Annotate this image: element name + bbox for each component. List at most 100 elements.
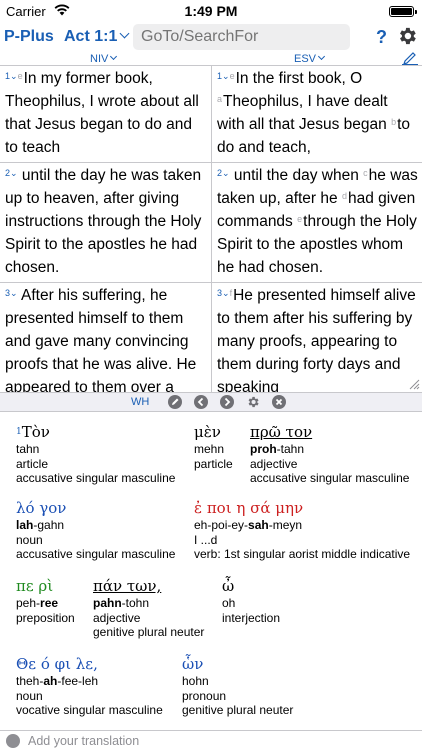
morphology: accusative singular masculine (16, 471, 176, 485)
footnote-marker[interactable]: c (363, 168, 368, 178)
transliteration-syllable: mehn (194, 442, 225, 456)
verse-text: until the day when (233, 167, 364, 184)
chevron-down-icon (317, 52, 326, 61)
part-of-speech: preposition (16, 610, 75, 625)
interlinear-panel: 1Τὸν tahn article accusative singular ma… (0, 412, 422, 730)
part-of-speech: particle (194, 456, 233, 471)
resize-handle-icon[interactable] (408, 378, 420, 390)
transliteration-syllable: peh- (16, 596, 41, 610)
help-button[interactable]: ? (376, 27, 387, 48)
app-title-button[interactable]: P-Plus (4, 28, 54, 46)
interlinear-word[interactable]: λό γον lah-gahn noun accusative singular… (16, 498, 175, 562)
close-icon[interactable] (272, 395, 286, 409)
verse-text: until the day he was taken up to heaven,… (5, 167, 202, 276)
verse-row: 1⌄eIn my former book, Theophilus, I wrot… (0, 66, 422, 163)
verse-number[interactable]: 2⌄ (5, 168, 18, 178)
translation-bar[interactable]: Add your translation (0, 730, 422, 750)
transliteration-syllable: theh- (16, 674, 44, 688)
reference-selector[interactable]: Act 1:1 (64, 28, 130, 46)
right-verse[interactable]: 3⌄fHe presented himself alive to them af… (211, 283, 422, 392)
verse-text: In the first book, O (235, 70, 363, 87)
right-verse[interactable]: 2⌄ until the day when che was taken up, … (211, 163, 422, 282)
transliteration-syllable: ah (43, 674, 58, 688)
verse-text: Theophilus, I have dealt with all that J… (217, 93, 392, 133)
pencil-circle-icon[interactable] (6, 734, 20, 748)
left-verse[interactable]: 3⌄ After his suffering, he presented him… (0, 283, 211, 392)
greek-word: ὧν (182, 655, 204, 673)
footnote-marker[interactable]: a (217, 94, 222, 104)
greek-text-selector[interactable]: WH (131, 396, 149, 408)
right-version-label: ESV (294, 53, 317, 65)
search-input[interactable] (133, 24, 350, 50)
left-version-label: NIV (90, 53, 109, 65)
previous-arrow-icon[interactable] (194, 395, 208, 409)
part-of-speech: adjective (93, 610, 141, 625)
interlinear-word[interactable]: πάν των, pahn-tohn adjective genitive pl… (93, 576, 204, 640)
battery-icon (389, 6, 417, 17)
left-version-selector[interactable]: NIV (90, 52, 118, 65)
transliteration: tahn (16, 442, 175, 457)
left-verse[interactable]: 2⌄ until the day he was taken up to heav… (0, 163, 211, 282)
footnote-marker[interactable]: e (18, 71, 23, 81)
edit-icon[interactable] (168, 395, 182, 409)
gear-icon[interactable] (396, 25, 418, 47)
greek-word: πρῶ τον (250, 423, 313, 441)
transliteration-syllable: -tohn (121, 596, 150, 610)
interlinear-word[interactable]: ὦ oh interjection (222, 576, 280, 625)
transliteration-syllable: -fee-leh (57, 674, 99, 688)
greek-word: ὦ (222, 577, 235, 595)
interlinear-word[interactable]: μὲν mehn particle (194, 422, 233, 471)
chevron-down-icon (119, 28, 130, 39)
morphology: accusative singular masculine (16, 547, 176, 561)
footnote-marker[interactable]: e (297, 214, 302, 224)
settings-gear-icon[interactable] (246, 395, 260, 409)
footnote-marker[interactable]: f (230, 288, 233, 298)
interlinear-word[interactable]: ἐ ποι η σά μην eh-poi-ey-sah-meyn I ...d… (194, 498, 410, 562)
reference-label: Act 1:1 (64, 28, 118, 45)
interlinear-word[interactable]: 1Τὸν tahn article accusative singular ma… (16, 422, 175, 486)
left-verse[interactable]: 1⌄eIn my former book, Theophilus, I wrot… (0, 66, 211, 162)
part-of-speech: noun (16, 532, 43, 547)
footnote-marker[interactable]: b (391, 117, 396, 127)
part-of-speech: interjection (222, 610, 281, 625)
transliteration: pahn-tohn (93, 596, 204, 611)
interlinear-word[interactable]: Θε ό φι λε, theh-ah-fee-leh noun vocativ… (16, 654, 163, 718)
verse-number[interactable]: 1⌄ (5, 71, 18, 81)
transliteration-syllable: tahn (16, 442, 40, 456)
verse-text: He presented himself alive to them after… (217, 287, 416, 392)
verse-row: 2⌄ until the day he was taken up to heav… (0, 163, 422, 283)
greek-word: ἐ ποι η σά μην (194, 499, 304, 517)
greek-word: πάν των, (93, 577, 162, 595)
right-verse[interactable]: 1⌄eIn the first book, O aTheophilus, I h… (211, 66, 422, 162)
interlinear-word[interactable]: ὧν hohn pronoun genitive plural neuter (182, 654, 293, 718)
verse-number[interactable]: 1⌄ (217, 71, 230, 81)
morphology: genitive plural neuter (182, 703, 294, 717)
morphology: vocative singular masculine (16, 703, 163, 717)
transliteration-syllable: hohn (182, 674, 209, 688)
pencil-icon[interactable] (402, 52, 418, 65)
transliteration-syllable: eh-poi-ey- (194, 518, 249, 532)
transliteration-syllable: -tahn (276, 442, 305, 456)
parallel-verses[interactable]: 1⌄eIn my former book, Theophilus, I wrot… (0, 66, 422, 392)
part-of-speech: noun (16, 688, 43, 703)
verse-number[interactable]: 2⌄ (217, 168, 230, 178)
translation-input[interactable]: Add your translation (28, 734, 139, 748)
transliteration-syllable: ree (40, 596, 59, 610)
footnote-marker[interactable]: e (230, 71, 235, 81)
transliteration: mehn (194, 442, 233, 457)
verse-number[interactable]: 3⌄ (217, 288, 230, 298)
next-arrow-icon[interactable] (220, 395, 234, 409)
morphology: verb: 1st singular aorist middle indicat… (194, 547, 411, 561)
transliteration-syllable: lah (16, 518, 34, 532)
transliteration-syllable: pahn (93, 596, 122, 610)
chevron-down-icon (110, 52, 118, 61)
part-of-speech: adjective (250, 456, 298, 471)
footnote-marker[interactable]: d (342, 191, 347, 201)
clock: 1:49 PM (184, 3, 238, 19)
interlinear-word[interactable]: πε ρὶ peh-ree preposition (16, 576, 75, 625)
transliteration-syllable: -gahn (33, 518, 65, 532)
interlinear-word[interactable]: πρῶ τον proh-tahn adjective accusative s… (250, 422, 409, 486)
right-version-selector[interactable]: ESV (294, 52, 326, 65)
transliteration-syllable: oh (222, 596, 236, 610)
verse-number[interactable]: 3⌄ (5, 288, 18, 298)
